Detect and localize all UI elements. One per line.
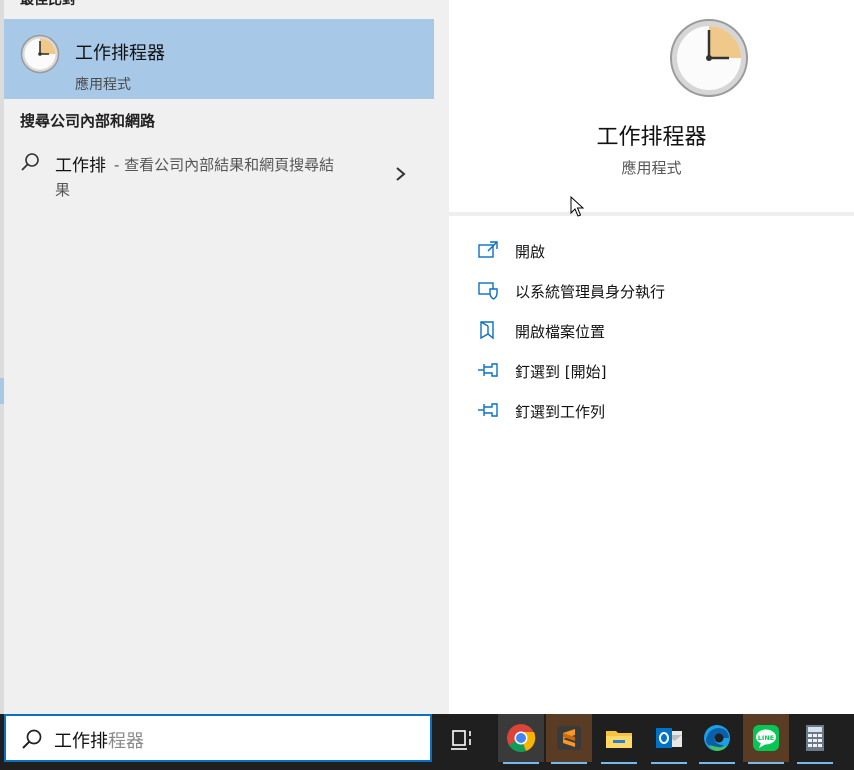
search-icon (22, 729, 42, 749)
taskbar-sublime[interactable] (546, 714, 592, 764)
web-search-description: - 查看公司內部結果和網頁搜尋結 (114, 156, 335, 174)
best-match-result[interactable]: 工作排程器 應用程式 (4, 19, 434, 99)
app-title: 工作排程器 (596, 125, 707, 150)
shield-run-icon (478, 282, 498, 300)
search-suggestion-text: 程器 (108, 731, 144, 752)
action-pin-to-start[interactable]: 釘選到 [開始] (477, 356, 837, 386)
details-pane: 工作排程器 應用程式 開啟 以系統管理員身分執行 開啟檔案位置 釘選到 [開始] (449, 0, 854, 714)
file-location-icon (480, 321, 494, 340)
taskbar-edge[interactable] (694, 714, 740, 764)
chrome-icon (507, 724, 536, 752)
best-match-subtitle: 應用程式 (75, 77, 131, 93)
running-indicator (551, 762, 587, 764)
action-pin-to-start-label: 釘選到 [開始] (515, 363, 607, 381)
pin-icon (478, 403, 498, 417)
taskbar-calculator[interactable] (792, 714, 838, 764)
action-open-file-location[interactable]: 開啟檔案位置 (477, 316, 837, 346)
taskbar-outlook[interactable] (646, 714, 692, 764)
web-search-description-cont: 果 (55, 181, 71, 199)
mouse-cursor-icon (570, 196, 584, 217)
running-indicator (503, 762, 539, 764)
running-indicator (699, 762, 735, 764)
search-box[interactable]: 工作排程器 (4, 714, 432, 762)
action-run-as-admin-label: 以系統管理員身分執行 (515, 283, 666, 301)
edge-icon (704, 725, 730, 751)
clock-icon (20, 34, 60, 74)
file-explorer-icon (606, 731, 632, 748)
divider (449, 212, 854, 216)
action-pin-to-taskbar[interactable]: 釘選到工作列 (477, 396, 837, 426)
action-run-as-admin[interactable]: 以系統管理員身分執行 (477, 276, 837, 306)
search-icon (21, 153, 39, 171)
calculator-icon (806, 725, 824, 751)
search-input[interactable]: 工作排程器 (54, 727, 144, 753)
action-open-file-location-label: 開啟檔案位置 (515, 323, 606, 341)
taskbar-chrome[interactable] (498, 714, 544, 764)
results-pane: 最佳比對 工作排程器 應用程式 搜尋公司內部和網路 工作排 - 查看公司內部結果… (4, 0, 449, 714)
svg-text:LINE: LINE (758, 734, 774, 742)
web-search-result[interactable]: 工作排 - 查看公司內部結果和網頁搜尋結 果 (4, 144, 434, 206)
sublime-icon (557, 726, 581, 750)
running-indicator (601, 762, 637, 764)
taskbar-line[interactable]: LINE (743, 714, 789, 764)
task-view-button[interactable] (440, 714, 486, 762)
search-typed-text: 工作排 (54, 731, 108, 752)
best-match-heading: 最佳比對 (20, 0, 76, 8)
pin-icon (478, 363, 498, 377)
action-open-label: 開啟 (515, 243, 546, 261)
action-open[interactable]: 開啟 (477, 236, 837, 266)
best-match-title: 工作排程器 (75, 43, 165, 64)
taskbar-file-explorer[interactable] (596, 714, 642, 764)
line-icon: LINE (753, 725, 779, 751)
web-search-query: 工作排 (55, 156, 106, 176)
task-view-icon (451, 730, 471, 750)
running-indicator (797, 762, 833, 764)
chevron-right-icon[interactable] (394, 164, 408, 184)
app-type: 應用程式 (621, 159, 682, 177)
running-indicator (748, 762, 784, 764)
clock-icon (670, 19, 748, 97)
running-indicator (651, 762, 687, 764)
outlook-icon (656, 728, 682, 748)
open-icon (478, 241, 498, 258)
action-pin-to-taskbar-label: 釘選到工作列 (515, 403, 606, 421)
web-search-heading: 搜尋公司內部和網路 (20, 112, 156, 130)
